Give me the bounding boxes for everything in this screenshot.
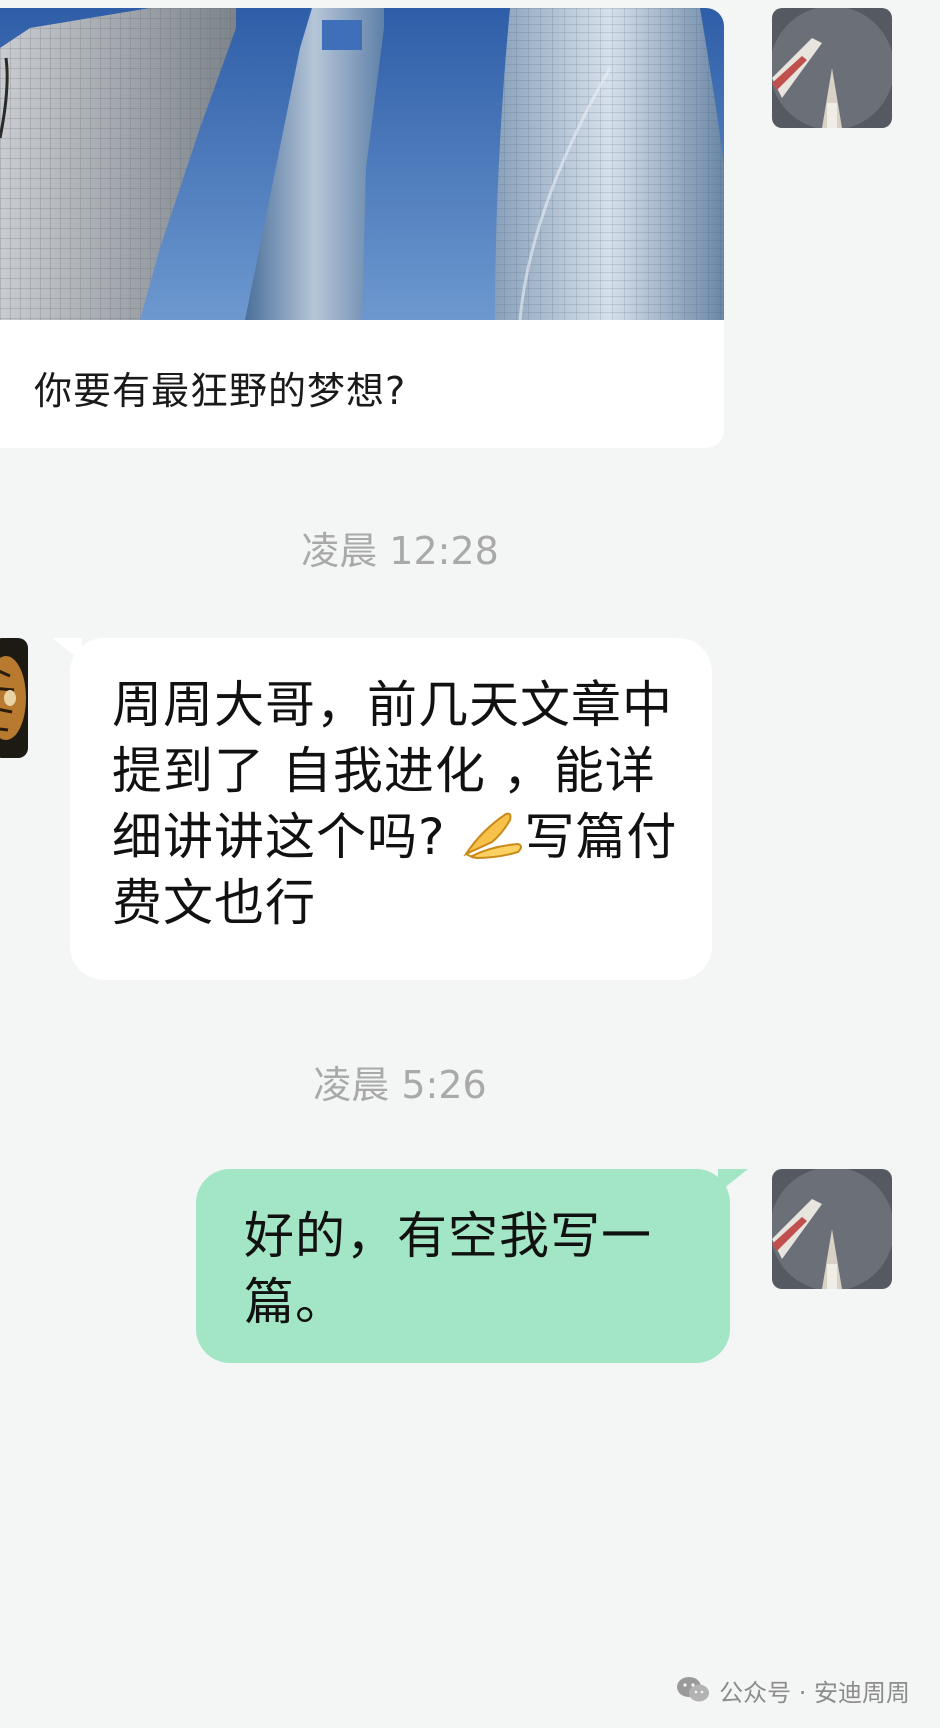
bubble-tail bbox=[718, 1169, 748, 1193]
outgoing-message-text: 好的，有空我写一篇。 bbox=[244, 1207, 652, 1331]
avatar-image bbox=[772, 8, 892, 128]
contact-avatar[interactable] bbox=[0, 638, 28, 758]
wechat-icon bbox=[677, 1677, 710, 1702]
self-avatar[interactable] bbox=[772, 8, 892, 128]
shared-image-card[interactable]: 你要有最狂野的梦想? bbox=[0, 8, 724, 448]
watermark-text: 公众号 · 安迪周周 bbox=[719, 1678, 910, 1707]
tiger-avatar-image bbox=[0, 638, 28, 758]
card-caption: 你要有最狂野的梦想? bbox=[34, 369, 407, 413]
praying-hands-icon bbox=[463, 812, 523, 860]
skyscraper-photo[interactable] bbox=[0, 8, 724, 320]
outgoing-message-bubble[interactable]: 好的，有空我写一篇。 bbox=[196, 1169, 748, 1363]
message-timestamp: 凌晨 12:28 bbox=[301, 529, 499, 573]
message-timestamp: 凌晨 5:26 bbox=[313, 1063, 487, 1107]
bubble-tail bbox=[52, 638, 82, 662]
incoming-message-bubble[interactable]: 周周大哥，前几天文章中提到了 自我进化 ，能详细讲讲这个吗? 写篇付费文也行 bbox=[52, 638, 712, 980]
incoming-message-text: 周周大哥，前几天文章中提到了 自我进化 ，能详细讲讲这个吗? 写篇付费文也行 bbox=[112, 672, 692, 936]
watermark: 公众号 · 安迪周周 bbox=[675, 1672, 910, 1708]
avatar-image bbox=[772, 1169, 892, 1289]
self-avatar[interactable] bbox=[772, 1169, 892, 1289]
